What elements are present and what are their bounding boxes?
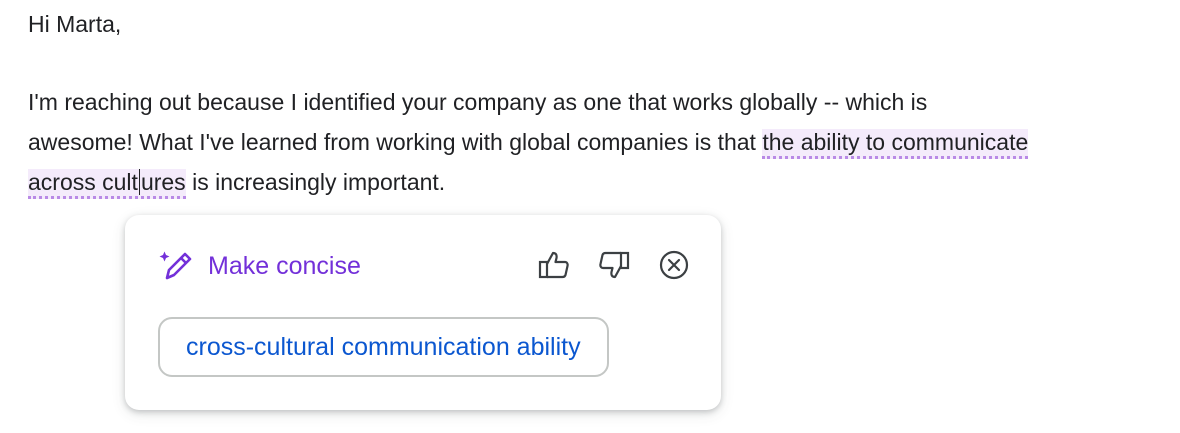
greeting-text: Hi Marta, [28, 11, 122, 37]
thumbs-down-button[interactable] [597, 248, 631, 282]
body-text: I'm reaching out because I identified yo… [28, 89, 928, 115]
thumbs-up-icon [538, 251, 569, 279]
body-text: is increasingly important. [185, 169, 446, 195]
email-body[interactable]: Hi Marta, I'm reaching out because I ide… [28, 4, 1168, 202]
thumbs-up-button[interactable] [537, 248, 571, 282]
body-text: awesome! What I've learned from working … [28, 129, 763, 155]
body-line-1: I'm reaching out because I identified yo… [28, 82, 1168, 122]
popup-title: Make concise [208, 252, 361, 280]
close-circle-icon [659, 250, 689, 280]
selected-text: ures [140, 169, 186, 195]
suggestion-popup: Make concise cross-cultural communicatio… [125, 215, 721, 410]
body-line-3: across cult ures is increasingly importan… [28, 162, 1168, 202]
close-button[interactable] [657, 248, 691, 282]
greeting-line: Hi Marta, [28, 4, 1168, 44]
selected-text: across cult [28, 169, 138, 195]
selected-phrase[interactable]: the ability to communicate [762, 129, 1029, 159]
thumbs-down-icon [599, 251, 630, 279]
feedback-actions [537, 248, 691, 282]
suggestion-chip[interactable]: cross-cultural communication ability [158, 317, 609, 377]
text-caret [138, 169, 140, 195]
selected-phrase-continued[interactable]: across cult ures [28, 169, 186, 199]
body-line-2: awesome! What I've learned from working … [28, 122, 1168, 162]
popup-header: Make concise [158, 248, 361, 284]
magic-wand-sparkle-icon [159, 251, 192, 280]
